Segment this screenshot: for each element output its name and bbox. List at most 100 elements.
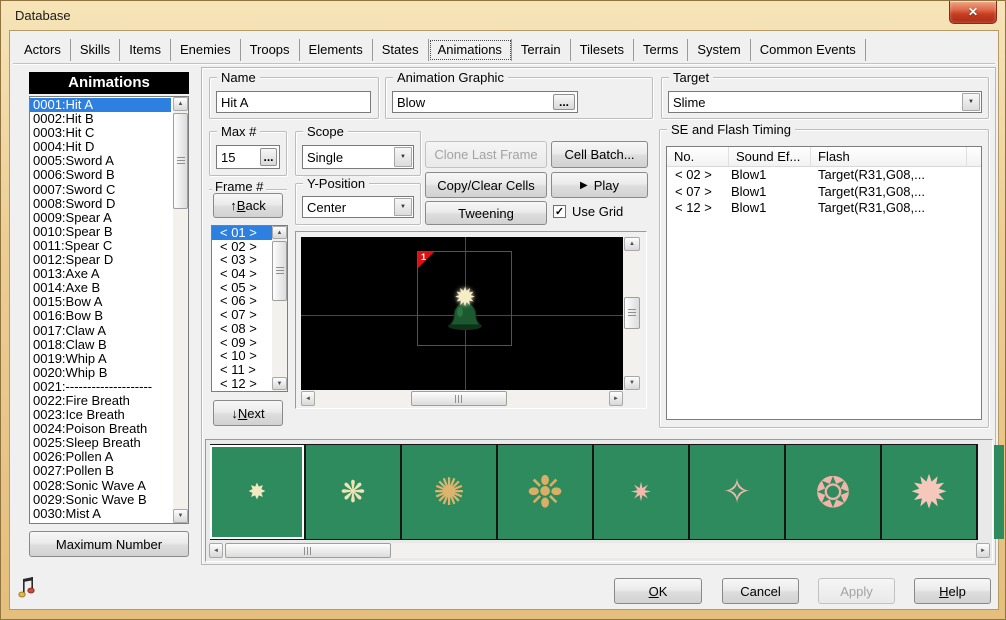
animation-list-item[interactable]: 0002:Hit B (30, 112, 171, 126)
scope-select[interactable]: Single ▼ (302, 145, 414, 169)
preview-vscroll-thumb[interactable] (624, 297, 640, 329)
animation-list-item[interactable]: 0015:Bow A (30, 295, 171, 309)
max-spin-button[interactable]: ... (260, 148, 277, 166)
animation-list-item[interactable]: 0008:Sword D (30, 197, 171, 211)
clone-last-frame-button[interactable]: Clone Last Frame (425, 141, 547, 168)
animation-list-item[interactable]: 0019:Whip A (30, 352, 171, 366)
column-header[interactable]: Flash (811, 147, 967, 166)
animation-list-item[interactable]: 0012:Spear D (30, 253, 171, 267)
play-button[interactable]: ▶ Play (551, 172, 648, 198)
tab[interactable]: Troops (241, 39, 300, 61)
scope-dropdown-button[interactable]: ▼ (394, 147, 412, 167)
name-input[interactable] (216, 91, 371, 113)
column-header[interactable]: Sound Ef... (729, 147, 811, 166)
tab[interactable]: Actors (15, 39, 71, 61)
animation-list-item[interactable]: 0009:Spear A (30, 211, 171, 225)
frame-list-item[interactable]: < 02 > (212, 240, 272, 254)
scroll-down-button[interactable]: ▼ (272, 377, 287, 390)
frame-list-item[interactable]: < 09 > (212, 336, 272, 350)
frame-list-item[interactable]: < 08 > (212, 322, 272, 336)
scroll-right-button[interactable]: ► (976, 543, 990, 558)
tab[interactable]: Items (120, 39, 171, 61)
animation-list-item[interactable]: 0026:Pollen A (30, 450, 171, 464)
y-position-dropdown-button[interactable]: ▼ (394, 198, 412, 216)
animation-list-item[interactable]: 0017:Claw A (30, 324, 171, 338)
scroll-left-button[interactable]: ◄ (301, 391, 315, 406)
copy-clear-cells-button[interactable]: Copy/Clear Cells (425, 172, 547, 198)
title-bar[interactable]: Database ✕ (1, 1, 1005, 30)
scroll-up-button[interactable]: ▲ (272, 226, 287, 239)
film-cell[interactable]: ❋ (306, 445, 402, 539)
tab[interactable]: Tilesets (571, 39, 634, 61)
animation-list-item[interactable]: 0028:Sonic Wave A (30, 479, 171, 493)
cell-selection-box[interactable]: 1 (417, 251, 512, 346)
tab[interactable]: Elements (300, 39, 373, 61)
tab[interactable]: Animations (429, 39, 512, 61)
tab[interactable]: States (373, 39, 429, 61)
frame-list-item[interactable]: < 05 > (212, 281, 272, 295)
tab[interactable]: System (688, 39, 750, 61)
animation-list-item[interactable]: 0030:Mist A (30, 507, 171, 521)
frame-back-button[interactable]: ↑ Back (213, 193, 283, 218)
scroll-up-button[interactable]: ▲ (173, 97, 188, 111)
use-grid-checkbox[interactable]: ✓ (553, 205, 566, 218)
animation-list-item[interactable]: 0003:Hit C (30, 126, 171, 140)
tab[interactable]: Terms (634, 39, 688, 61)
animation-list-item[interactable]: 0011:Spear C (30, 239, 171, 253)
ok-button[interactable]: OK (614, 578, 702, 604)
film-cell[interactable]: ❂ (786, 445, 882, 539)
animation-list-item[interactable]: 0018:Claw B (30, 338, 171, 352)
animation-list-item[interactable]: 0020:Whip B (30, 366, 171, 380)
cell-batch-button[interactable]: Cell Batch... (551, 141, 648, 168)
animation-list-item[interactable]: 0016:Bow B (30, 309, 171, 323)
y-position-select[interactable]: Center ▼ (302, 196, 414, 218)
tweening-button[interactable]: Tweening (425, 201, 547, 225)
frame-list-item[interactable]: < 03 > (212, 253, 272, 267)
help-button[interactable]: Help (914, 578, 991, 604)
se-flash-row[interactable]: < 07 > Blow1 Target(R31,G08,... (667, 184, 981, 201)
animation-canvas[interactable]: ✹ 1 (301, 237, 623, 390)
animation-list-item[interactable]: 0027:Pollen B (30, 464, 171, 478)
tab[interactable]: Skills (71, 39, 120, 61)
frame-list-item[interactable]: < 11 > (212, 363, 272, 377)
frame-next-button[interactable]: ↓ Next (213, 400, 283, 426)
frame-list-item[interactable]: < 06 > (212, 294, 272, 308)
frame-list-item[interactable]: < 10 > (212, 349, 272, 363)
animation-list-item[interactable]: 0021:-------------------- (30, 380, 171, 394)
target-select[interactable]: Slime ▼ (668, 91, 982, 113)
animation-list-item[interactable]: 0029:Sonic Wave B (30, 493, 171, 507)
film-cell[interactable]: ✸ (210, 445, 306, 539)
animation-list-item[interactable]: 0010:Spear B (30, 225, 171, 239)
preview-hscroll-thumb[interactable] (411, 391, 507, 406)
use-grid-checkbox-row[interactable]: ✓ Use Grid (553, 204, 623, 219)
close-button[interactable]: ✕ (949, 1, 997, 24)
scroll-up-button[interactable]: ▲ (624, 237, 640, 251)
column-header[interactable]: No. (667, 147, 729, 166)
scroll-right-button[interactable]: ► (609, 391, 623, 406)
film-cell[interactable]: ❉ (498, 445, 594, 539)
animation-list-item[interactable]: 0014:Axe B (30, 281, 171, 295)
frame-list-item[interactable]: < 01 > (212, 226, 272, 240)
maximum-number-button[interactable]: Maximum Number (29, 531, 189, 557)
animation-list-item[interactable]: 0005:Sword A (30, 154, 171, 168)
target-dropdown-button[interactable]: ▼ (962, 93, 980, 111)
film-cell[interactable]: ✹ (882, 445, 978, 539)
frame-list-item[interactable]: < 07 > (212, 308, 272, 322)
animation-list-item[interactable]: 0013:Axe A (30, 267, 171, 281)
film-cell[interactable]: ✺ (402, 445, 498, 539)
animation-list-item[interactable]: 0023:Ice Breath (30, 408, 171, 422)
scroll-down-button[interactable]: ▼ (624, 376, 640, 390)
animation-graphic-field[interactable]: Blow ... (392, 91, 578, 113)
browse-graphic-button[interactable]: ... (553, 94, 575, 110)
animation-list-item[interactable]: 0022:Fire Breath (30, 394, 171, 408)
animation-list-item[interactable]: 0006:Sword B (30, 168, 171, 182)
scroll-down-button[interactable]: ▼ (173, 509, 188, 523)
se-flash-row[interactable]: < 02 > Blow1 Target(R31,G08,... (667, 167, 981, 184)
frame-list-item[interactable]: < 12 > (212, 377, 272, 391)
scroll-left-button[interactable]: ◄ (209, 543, 223, 558)
animation-list-item[interactable]: 0024:Poison Breath (30, 422, 171, 436)
animation-list-item[interactable]: 0001:Hit A (30, 98, 171, 112)
se-flash-row[interactable]: < 12 > Blow1 Target(R31,G08,... (667, 200, 981, 217)
apply-button[interactable]: Apply (818, 578, 895, 604)
frame-list-item[interactable]: < 04 > (212, 267, 272, 281)
